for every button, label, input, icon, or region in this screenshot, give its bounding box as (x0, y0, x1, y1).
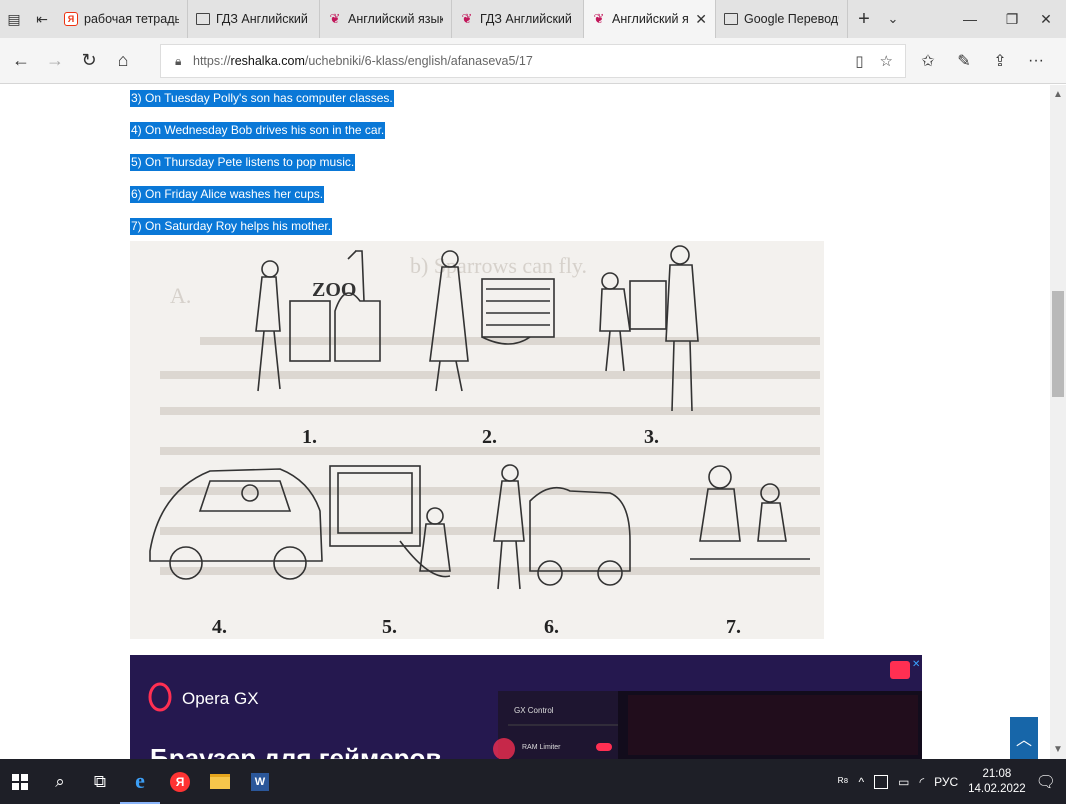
tab-list-chevron-icon[interactable]: ⌄ (880, 11, 906, 27)
edge-browser-icon[interactable]: e (120, 759, 160, 804)
illustration-svg: b) Sparrows can fly. A. ZOO 1. 2. 3. 4. … (149, 245, 820, 638)
zoo-sign: ZOO (312, 279, 356, 301)
tab-4[interactable]: ❦ ГДЗ Английский язь (452, 0, 584, 38)
exercise-illustration: b) Sparrows can fly. A. ZOO 1. 2. 3. 4. … (130, 241, 824, 639)
scene-1-zoo: ZOO (255, 250, 381, 392)
minimize-icon[interactable]: — (948, 0, 992, 38)
refresh-icon[interactable]: ↻ (72, 38, 106, 84)
tab-3[interactable]: ❦ Английский язык 6 (320, 0, 452, 38)
page-icon (196, 13, 210, 25)
ad-panel-item: RAM Limiter (522, 744, 561, 751)
word-icon[interactable]: W (240, 759, 280, 804)
scene-4-car (149, 468, 323, 580)
answer-line: 6) On Friday Alice washes her cups. (130, 186, 325, 203)
scene-number: 7. (726, 616, 741, 638)
app-tray-icon[interactable] (874, 774, 889, 789)
scroll-up-icon[interactable]: ▲ (1050, 89, 1066, 100)
more-menu-icon[interactable]: ··· (1026, 52, 1046, 70)
search-icon[interactable]: ⌕ (40, 759, 80, 804)
tab-6[interactable]: Google Переводчик (716, 0, 848, 38)
tab-label: рабочая тетрадь по (84, 12, 179, 26)
answer-line: 3) On Tuesday Polly's son has computer c… (130, 90, 394, 107)
scroll-down-icon[interactable]: ▼ (1050, 744, 1066, 755)
start-windows-icon[interactable] (0, 759, 40, 804)
nav-bar: ← → ↻ ⌂ 🔒︎ https://reshalka.com/uchebnik… (0, 38, 1066, 84)
share-icon[interactable]: ⇪ (990, 51, 1010, 71)
tab-label: Google Переводчик (744, 12, 839, 26)
tray-chevron-icon[interactable]: ^ (858, 775, 864, 789)
back-icon[interactable]: ← (4, 38, 38, 84)
address-bar[interactable]: 🔒︎ https://reshalka.com/uchebniki/6-klas… (160, 44, 906, 78)
tab-label: Английский язь (612, 12, 689, 26)
clock-time: 21:08 (982, 767, 1012, 780)
bg-heading: b) Sparrows can fly. (410, 253, 587, 278)
yandex-icon: Я (64, 12, 78, 26)
answer-line: 5) On Thursday Pete listens to pop music… (130, 154, 356, 171)
opera-logo-icon (148, 682, 172, 712)
url-prefix: https:// (193, 54, 231, 68)
url-host: reshalka.com (230, 54, 305, 68)
ad-panel-title: GX Control (514, 706, 554, 715)
scene-number: 1. (302, 426, 317, 448)
tab-label: Английский язык 6 (348, 12, 443, 26)
home-icon[interactable]: ⌂ (106, 38, 140, 84)
close-tab-icon[interactable]: ✕ (695, 11, 707, 28)
page-scrollbar[interactable]: ▲ ▼ (1050, 85, 1066, 759)
reading-view-icon[interactable]: ▯ (855, 52, 863, 70)
lock-icon: 🔒︎ (175, 53, 182, 68)
bg-letter: A. (170, 283, 191, 308)
yandex-browser-icon[interactable]: Я (160, 759, 200, 804)
clock[interactable]: 21:08 14.02.2022 (968, 767, 1026, 797)
scene-number: 2. (482, 426, 497, 448)
notification-icon[interactable]: 🗨︎ (1036, 772, 1056, 792)
ad-badge-icon[interactable] (890, 661, 910, 679)
system-tray: ᴿ⁸ ^ ▭ ◜ РУС 21:08 14.02.2022 🗨︎ (838, 759, 1066, 804)
task-view-icon[interactable]: ⧉ (80, 759, 120, 804)
ad-tagline: Браузер для геймеров (150, 743, 441, 759)
reshalka-icon: ❦ (593, 11, 605, 26)
ad-brand: Opera GX (182, 689, 259, 708)
taskbar: ⌕ ⧉ e Я W ᴿ⁸ ^ ▭ ◜ РУС 21:08 14.02.2022 … (0, 759, 1066, 804)
tab-bar: ▤ ⇤ Я рабочая тетрадь по ГДЗ Английский … (0, 0, 1066, 38)
tab-label: ГДЗ Английский язь (216, 12, 311, 26)
set-tabs-aside-icon[interactable]: ⇤ (28, 0, 56, 38)
battery-icon[interactable]: ▭ (898, 775, 909, 789)
reshalka-icon: ❦ (461, 11, 473, 26)
wifi-icon[interactable]: ◜ (919, 775, 924, 789)
back-to-top-button[interactable]: ︿ (1010, 717, 1038, 759)
tab-1[interactable]: Я рабочая тетрадь по (56, 0, 188, 38)
scene-number: 3. (644, 426, 659, 448)
tab-5-active[interactable]: ❦ Английский язь ✕ (584, 0, 716, 38)
tab-label: ГДЗ Английский язь (480, 12, 575, 26)
people-icon[interactable]: ᴿ⁸ (838, 775, 848, 789)
answer-line: 4) On Wednesday Bob drives his son in th… (130, 122, 386, 139)
scene-3-piano (599, 245, 699, 412)
forward-icon[interactable]: → (38, 38, 72, 84)
scene-7-repair (690, 465, 810, 560)
tab-2[interactable]: ГДЗ Английский язь (188, 0, 320, 38)
clock-date: 14.02.2022 (968, 782, 1026, 795)
scene-number: 4. (212, 616, 227, 638)
pen-icon[interactable]: ✎ (954, 51, 974, 71)
new-tab-button[interactable]: + (848, 8, 880, 31)
favorite-star-icon[interactable]: ☆ (880, 52, 893, 70)
scene-number: 6. (544, 616, 559, 638)
reshalka-icon: ❦ (329, 11, 341, 26)
page-icon (724, 13, 738, 25)
close-window-icon[interactable]: ✕ (1024, 0, 1066, 38)
tab-actions-icon[interactable]: ▤ (0, 0, 28, 38)
scene-5-tv (329, 465, 451, 578)
url-path: /uchebniki/6-klass/english/afanaseva5/17 (304, 54, 533, 68)
favorites-list-icon[interactable]: ✩ (918, 51, 938, 71)
ad-close-icon[interactable]: ✕ (912, 659, 920, 670)
opera-gx-ad[interactable]: Opera GX Браузер для геймеров GX Control… (130, 655, 922, 759)
scene-number: 5. (382, 616, 397, 638)
language-indicator[interactable]: РУС (934, 775, 958, 789)
file-explorer-icon[interactable] (200, 759, 240, 804)
answer-line: 7) On Saturday Roy helps his mother. (130, 218, 333, 235)
scroll-thumb[interactable] (1052, 291, 1064, 397)
page-content: 3) On Tuesday Polly's son has computer c… (0, 85, 1050, 759)
ad-art: Opera GX Браузер для геймеров GX Control… (148, 659, 922, 759)
